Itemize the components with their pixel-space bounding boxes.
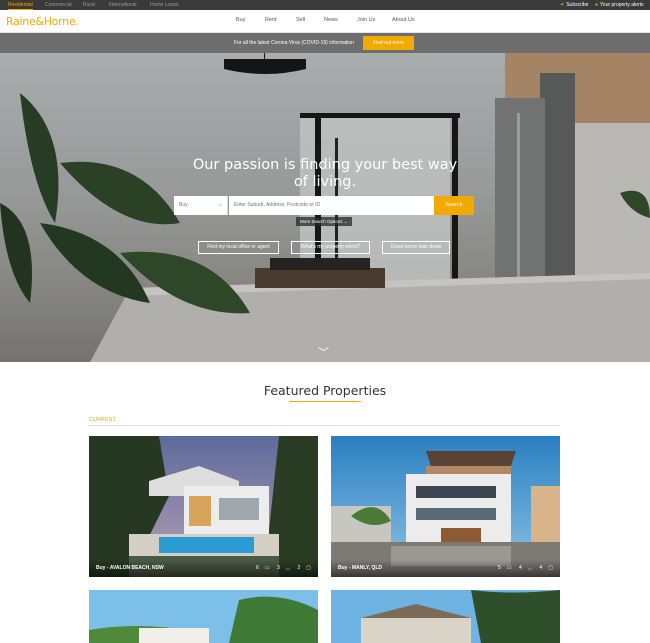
property-photo	[331, 590, 560, 643]
featured-underline	[289, 401, 361, 402]
tab-commercial[interactable]: Commercial	[45, 1, 72, 9]
nav-join-us[interactable]: Join Us	[357, 17, 375, 23]
car-icon: ▢	[548, 565, 553, 571]
section-divider	[89, 425, 560, 426]
card-location: Buy - MANLY, QLD	[338, 565, 382, 571]
subscribe-label: Subscribe	[566, 2, 589, 8]
scroll-down-chevron-icon[interactable]: ﹀	[318, 344, 329, 360]
property-photo	[89, 436, 318, 577]
property-alerts-link[interactable]: ● Your property alerts	[595, 1, 643, 9]
beds-count: 6	[256, 565, 259, 571]
hero-title: Our passion is finding your best way of …	[160, 157, 490, 191]
search-button[interactable]: Search	[434, 196, 474, 215]
nav-news[interactable]: News	[324, 17, 338, 23]
more-search-options-label: More Search Options	[300, 219, 343, 224]
star-icon: ✦	[560, 2, 565, 8]
baths-count: 4	[518, 565, 522, 571]
chevron-down-icon: ⌄	[217, 202, 223, 208]
car-icon: ▢	[306, 565, 311, 571]
property-card[interactable]: Buy - MANLY, QLD 5 ▭ 4 ◡ 4 ▢	[331, 436, 560, 577]
more-search-options-button[interactable]: More Search Options ⌄	[296, 217, 352, 226]
cars-count: 2	[297, 565, 301, 571]
home-loan-deals-button[interactable]: Great home loan deals	[382, 241, 450, 254]
hero: Our passion is finding your best way of …	[0, 53, 650, 362]
covid-banner: For all the latest Corona Virus (COVID-1…	[0, 33, 650, 53]
cars-count: 4	[539, 565, 543, 571]
nav-about-us[interactable]: About Us	[392, 17, 415, 23]
find-out-more-button[interactable]: Find out more	[363, 36, 414, 50]
search-type-value: Buy	[179, 202, 188, 208]
bath-icon: ◡	[527, 565, 533, 571]
nav-sell[interactable]: Sell	[296, 17, 305, 23]
property-alerts-label: Your property alerts	[600, 2, 644, 8]
logo[interactable]: Raine&Horne.	[6, 15, 79, 28]
beds-count: 5	[498, 565, 501, 571]
utility-bar: Residential Commercial Rural Internation…	[0, 0, 650, 10]
card-features: 5 ▭ 4 ◡ 4 ▢	[492, 565, 553, 571]
hero-title-line-1: Our passion is finding your best way	[192, 157, 458, 173]
nav-buy[interactable]: Buy	[236, 17, 245, 23]
bed-icon: ▭	[506, 565, 512, 571]
hero-title-line-2: of living.	[293, 174, 357, 190]
property-photo	[331, 436, 560, 577]
current-tab[interactable]: CURRENT	[89, 417, 116, 423]
search-input[interactable]	[229, 196, 434, 215]
subscribe-link[interactable]: ✦ Subscribe	[560, 1, 588, 9]
chevron-down-icon: ⌄	[343, 219, 348, 224]
bath-icon: ◡	[285, 565, 291, 571]
property-card[interactable]: Buy - AVALON BEACH, NSW 6 ▭ 3 ◡ 2 ▢	[89, 436, 318, 577]
property-photo	[89, 590, 318, 643]
property-worth-button[interactable]: What's my property worth?	[291, 241, 370, 254]
featured-title: Featured Properties	[263, 383, 387, 398]
site-header: Raine&Horne. Buy Rent Sell News Join Us …	[0, 10, 650, 33]
tab-home-loans[interactable]: Home Loans	[150, 1, 178, 9]
bed-icon: ▭	[264, 565, 270, 571]
find-agent-button[interactable]: Find my local office or agent	[198, 241, 279, 254]
search-type-select[interactable]: Buy ⌄	[174, 196, 228, 215]
tab-rural[interactable]: Rural	[83, 1, 95, 9]
baths-count: 3	[276, 565, 280, 571]
property-card[interactable]	[331, 590, 560, 643]
bell-icon: ●	[595, 2, 599, 8]
tab-residential[interactable]: Residential	[8, 1, 33, 10]
card-features: 6 ▭ 3 ◡ 2 ▢	[250, 565, 311, 571]
tab-international[interactable]: International	[109, 1, 137, 9]
banner-text: For all the latest Corona Virus (COVID-1…	[234, 40, 354, 46]
nav-rent[interactable]: Rent	[265, 17, 277, 23]
property-card[interactable]	[89, 590, 318, 643]
card-location: Buy - AVALON BEACH, NSW	[96, 565, 164, 571]
